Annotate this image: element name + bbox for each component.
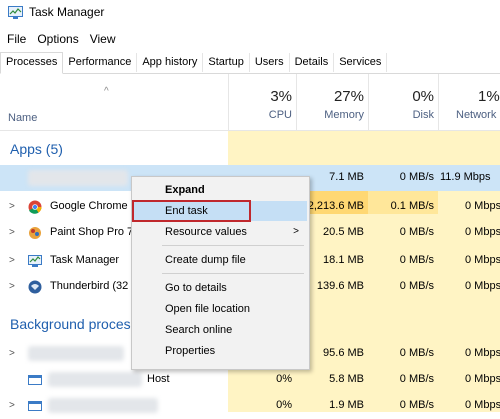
- network-cell: 0 Mbps: [465, 226, 500, 238]
- menu-options[interactable]: Options: [37, 32, 78, 46]
- process-name: Google Chrome: [50, 200, 128, 212]
- thunderbird-icon: [28, 280, 42, 294]
- column-disk[interactable]: 0% Disk: [380, 88, 434, 121]
- tab-performance[interactable]: Performance: [63, 53, 138, 72]
- cpu-cell: 0%: [276, 399, 292, 411]
- table-row[interactable]: Host 0% 5.8 MB 0 MB/s 0 Mbps: [0, 367, 500, 393]
- disk-cell: 0 MB/s: [399, 399, 434, 411]
- menu-item-go-to-details[interactable]: Go to details: [134, 278, 307, 298]
- menu-item-label: Expand: [165, 184, 205, 196]
- menu-item-label: Resource values: [165, 226, 247, 238]
- disk-cell: 0 MB/s: [399, 280, 434, 292]
- title-bar: Task Manager: [0, 0, 500, 24]
- cpu-percent: 3%: [270, 88, 292, 105]
- paint-shop-pro-icon: [29, 227, 41, 239]
- menu-item-resource-values[interactable]: Resource values >: [134, 222, 307, 242]
- network-cell: 0 Mbps: [465, 347, 500, 359]
- disk-cell: 0 MB/s: [399, 171, 434, 183]
- cpu-label: CPU: [268, 109, 292, 121]
- column-network[interactable]: 1% Network: [456, 88, 500, 121]
- window-app-icon: [28, 375, 42, 385]
- tab-services[interactable]: Services: [334, 53, 388, 72]
- network-cell: 0 Mbps: [465, 254, 500, 266]
- menu-item-expand[interactable]: Expand: [134, 180, 307, 200]
- menu-item-label: Create dump file: [165, 254, 246, 266]
- disk-cell: 0 MB/s: [399, 226, 434, 238]
- disk-cell: 0.1 MB/s: [390, 200, 434, 212]
- menu-item-search-online[interactable]: Search online: [134, 320, 307, 340]
- cpu-cell: 0%: [276, 373, 292, 385]
- blurred-process-name: [48, 372, 142, 387]
- menu-view[interactable]: View: [90, 32, 116, 46]
- memory-label: Memory: [324, 109, 364, 121]
- blurred-app-name: [28, 170, 128, 186]
- menu-item-label: Go to details: [165, 282, 227, 294]
- menu-item-open-file-location[interactable]: Open file location: [134, 299, 307, 319]
- menu-separator: [162, 245, 304, 246]
- header-divider: [228, 74, 229, 130]
- process-name: Thunderbird (32: [50, 280, 129, 292]
- task-manager-icon: [8, 5, 23, 19]
- memory-percent: 27%: [333, 88, 364, 105]
- network-cell: 0 Mbps: [465, 399, 500, 411]
- menu-file[interactable]: File: [7, 32, 26, 46]
- column-header: ^ Name 3% CPU 27% Memory 0% Disk 1% Netw…: [0, 74, 500, 131]
- sort-up-arrow-icon[interactable]: ^: [104, 86, 109, 97]
- disk-cell: 0 MB/s: [399, 373, 434, 385]
- chevron-right-icon[interactable]: >: [9, 201, 15, 212]
- column-name[interactable]: Name: [8, 112, 37, 124]
- tab-startup[interactable]: Startup: [203, 53, 250, 72]
- menu-separator: [162, 273, 304, 274]
- tab-users[interactable]: Users: [250, 53, 290, 72]
- chevron-right-icon[interactable]: >: [9, 348, 15, 359]
- disk-percent: 0%: [412, 88, 434, 105]
- chrome-icon: [28, 200, 42, 214]
- group-apps: Apps (5): [10, 141, 63, 157]
- task-manager-icon: [28, 255, 42, 267]
- column-cpu[interactable]: 3% CPU: [240, 88, 292, 121]
- network-cell: 0 Mbps: [465, 200, 500, 212]
- header-divider: [438, 74, 439, 130]
- submenu-arrow-icon: >: [293, 226, 299, 237]
- blurred-process-name: [28, 346, 124, 361]
- network-label: Network: [456, 109, 497, 121]
- tab-details[interactable]: Details: [290, 53, 335, 72]
- tab-processes[interactable]: Processes: [0, 52, 64, 74]
- chevron-right-icon[interactable]: >: [9, 255, 15, 266]
- tab-bar: Processes Performance App history Startu…: [0, 52, 500, 74]
- menu-item-label: Open file location: [165, 303, 250, 315]
- memory-cell: 1.9 MB: [329, 399, 364, 411]
- table-row[interactable]: > 0% 1.9 MB 0 MB/s 0 Mbps: [0, 393, 500, 419]
- disk-cell: 0 MB/s: [399, 254, 434, 266]
- disk-cell: 0 MB/s: [399, 347, 434, 359]
- window-title: Task Manager: [29, 5, 105, 19]
- chevron-right-icon[interactable]: >: [9, 281, 15, 292]
- menu-item-create-dump-file[interactable]: Create dump file: [134, 250, 307, 270]
- menu-item-label: Properties: [165, 345, 216, 357]
- end-task-highlight-box: [132, 200, 251, 222]
- chevron-right-icon[interactable]: >: [9, 227, 15, 238]
- process-name: Host: [147, 373, 170, 385]
- menu-bar: File Options View: [0, 30, 120, 48]
- network-percent: 1%: [478, 88, 500, 105]
- header-divider: [368, 74, 369, 130]
- memory-cell: 5.8 MB: [329, 373, 364, 385]
- network-cell: 0 Mbps: [465, 373, 500, 385]
- blurred-process-name: [48, 398, 158, 413]
- process-name: Task Manager: [50, 254, 120, 266]
- header-divider: [296, 74, 297, 130]
- network-cell: 0 Mbps: [465, 280, 500, 292]
- process-name: Paint Shop Pro 7: [50, 226, 134, 238]
- chevron-right-icon[interactable]: >: [9, 400, 15, 411]
- menu-item-properties[interactable]: Properties: [134, 341, 307, 361]
- window-app-icon: [28, 401, 42, 411]
- column-memory[interactable]: 27% Memory: [300, 88, 364, 121]
- tab-app-history[interactable]: App history: [137, 53, 204, 72]
- network-cell: 11.9 Mbps: [440, 171, 491, 183]
- disk-label: Disk: [412, 109, 434, 121]
- menu-item-label: Search online: [165, 324, 233, 336]
